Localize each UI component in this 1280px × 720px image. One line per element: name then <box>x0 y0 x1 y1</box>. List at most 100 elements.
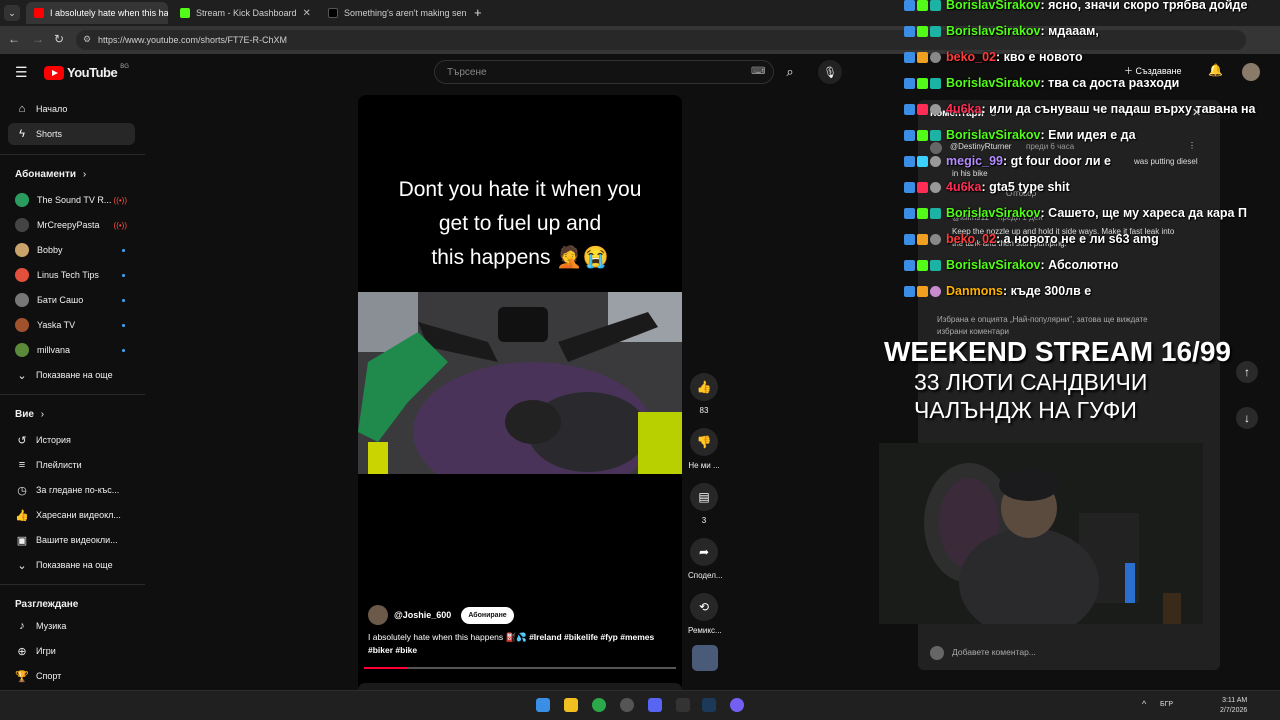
gift-badge-icon <box>917 233 928 245</box>
new-tab-button[interactable]: + <box>474 5 482 20</box>
sidebar-item-subscription[interactable]: Yaska TV <box>8 314 135 336</box>
like-count: 83 <box>699 406 709 415</box>
channel-avatar[interactable] <box>368 605 388 625</box>
sidebar-item-subscription[interactable]: MrCreepyPasta ((•)) <box>8 214 135 236</box>
next-short-button[interactable]: ↓ <box>1236 407 1258 429</box>
remix-button[interactable]: ⟲ Ремикс... <box>688 593 722 635</box>
stream-subtitle: ЧАЛЪНДЖ НА ГУФИ <box>914 397 1137 423</box>
like-button[interactable]: 👍 83 <box>688 373 720 415</box>
notice-text: избрани коментари <box>937 327 1009 336</box>
terminal-icon[interactable] <box>676 698 690 712</box>
heart-badge-icon <box>917 181 928 193</box>
youtube-play-icon <box>44 65 64 80</box>
sidebar-item-sport[interactable]: 🏆 Спорт <box>8 665 135 687</box>
divider <box>0 584 145 585</box>
chevron-down-icon: ⌄ <box>17 369 27 382</box>
url-text: https://www.youtube.com/shorts/FT7E-R-Ch… <box>98 35 288 45</box>
sidebar-item-subscription[interactable]: millvana <box>8 339 135 361</box>
sidebar-item-shorts[interactable]: ϟ Shorts <box>8 123 135 145</box>
viber-icon[interactable] <box>730 698 744 712</box>
comments-button[interactable]: ▤ 3 <box>688 483 720 525</box>
bot-badge-icon <box>930 77 941 89</box>
sidebar-item-label: Linus Tech Tips <box>37 270 99 280</box>
show-more-you[interactable]: ⌄ Показване на още <box>8 554 135 576</box>
kick-favicon-icon <box>180 8 190 18</box>
sidebar-item-subscription[interactable]: Linus Tech Tips <box>8 264 135 286</box>
search-icon: ⌕ <box>786 64 794 79</box>
keyboard-language[interactable]: БГР <box>1160 701 1173 708</box>
tab-youtube-short[interactable]: I absolutely hate when this hap ✕ <box>26 2 168 24</box>
sidebar-item-subscription[interactable]: Бати Сашо <box>8 289 135 311</box>
verified-badge-icon <box>904 207 915 219</box>
chat-message: BorislavSirakov: Абсолютно <box>904 255 1280 275</box>
discord-icon[interactable] <box>648 698 662 712</box>
reload-icon[interactable]: ↻ <box>54 32 64 46</box>
mic-icon: 🎙 <box>823 66 837 79</box>
music-icon: ♪ <box>19 620 25 632</box>
progress-fill <box>364 667 408 669</box>
sidebar-item-subscription[interactable]: The Sound TV R... ((•)) <box>8 189 135 211</box>
add-comment-input[interactable]: Добавете коментар... <box>952 647 1036 657</box>
notice-text: Избрана е опцията „Най-популярни", затов… <box>937 315 1148 324</box>
verified-badge-icon <box>904 103 915 115</box>
dislike-button[interactable]: 👎 Не ми ... <box>688 428 720 470</box>
sport-icon: 🏆 <box>15 670 29 683</box>
windows-start-icon[interactable] <box>536 698 550 712</box>
tab-tiktok[interactable]: Something's aren't making sen ✕ <box>320 2 468 24</box>
site-info-icon[interactable]: ⚙ <box>83 34 91 45</box>
new-content-dot <box>122 273 125 277</box>
arrow-up-icon: ↑ <box>1244 365 1250 379</box>
tab-kick-dashboard[interactable]: Stream - Kick Dashboard ✕ <box>172 2 314 24</box>
sidebar-item-history[interactable]: ↺ История <box>8 429 135 451</box>
forward-icon[interactable]: → <box>32 32 44 46</box>
obs-icon[interactable] <box>620 698 634 712</box>
subscribe-button[interactable]: Абониране <box>461 606 514 624</box>
chat-username: BorislavSirakov <box>946 24 1041 38</box>
tray-chevron-icon[interactable]: ^ <box>1142 699 1146 709</box>
sidebar-item-subscription[interactable]: Bobby <box>8 239 135 261</box>
channel-name[interactable]: @Joshie_600 <box>394 610 451 620</box>
keyboard-icon[interactable]: ⌨ <box>751 66 765 77</box>
steam-icon[interactable] <box>702 698 716 712</box>
sidebar-item-playlists[interactable]: ≡ Плейлисти <box>8 454 135 476</box>
sidebar-item-your-videos[interactable]: ▣ Вашите видеокли... <box>8 529 135 551</box>
chat-message: Danmons: къде 300лв е <box>904 281 1280 301</box>
tab-list-button[interactable]: ⌄ <box>4 5 20 21</box>
new-content-dot <box>122 298 125 302</box>
progress-bar[interactable] <box>364 667 676 669</box>
voice-search-button[interactable]: 🎙 <box>818 60 842 84</box>
sidebar-item-home[interactable]: ⌂ Начало <box>8 98 135 120</box>
file-explorer-icon[interactable] <box>564 698 578 712</box>
sidebar-item-games[interactable]: ⊕ Игри <box>8 640 135 662</box>
sidebar-item-music[interactable]: ♪ Музика <box>8 615 135 637</box>
sound-thumbnail[interactable] <box>692 645 718 671</box>
sidebar-item-label: Shorts <box>36 129 63 139</box>
share-button[interactable]: ➦ Сподел... <box>688 538 723 580</box>
avatar <box>15 218 29 232</box>
chat-text: : Абсолютно <box>1040 258 1119 272</box>
clock-date: 2/7/2026 <box>1220 707 1248 714</box>
share-label: Сподел... <box>688 571 723 580</box>
you-header[interactable]: Вие › <box>15 409 44 420</box>
show-more-subscriptions[interactable]: ⌄ Показване на още <box>8 364 135 386</box>
search-input[interactable]: Търсене ⌨ <box>434 60 774 84</box>
sidebar-item-liked[interactable]: 👍 Харесани видеокл... <box>8 504 135 526</box>
sidebar-item-watch-later[interactable]: ◷ За гледане по-къс... <box>8 479 135 501</box>
search-button[interactable]: ⌕ <box>774 60 806 84</box>
explore-header: Разглеждане <box>15 599 79 610</box>
subscriptions-header[interactable]: Абонаменти › <box>15 169 86 180</box>
history-icon: ↺ <box>17 434 27 447</box>
verified-badge-icon <box>904 285 915 297</box>
chrome-icon[interactable] <box>592 698 606 712</box>
youtube-logo[interactable]: YouTube BG <box>44 64 129 80</box>
avatar <box>930 646 944 660</box>
menu-icon[interactable]: ☰ <box>15 64 28 81</box>
chat-message: 4u6ka: или да сънуваш че падаш върху тав… <box>904 99 1280 119</box>
clock[interactable]: 3:11 AM 2/7/2026 <box>1220 696 1247 716</box>
back-icon[interactable]: ← <box>8 32 20 46</box>
previous-short-button[interactable]: ↑ <box>1236 361 1258 383</box>
close-icon[interactable]: ✕ <box>303 8 311 19</box>
short-video-player[interactable]: Dont you hate it when you get to fuel up… <box>358 95 682 693</box>
stream-chat-overlay: BorislavSirakov: ясно, значи скоро трябв… <box>900 0 1280 300</box>
tab-title: I absolutely hate when this hap <box>50 8 168 18</box>
